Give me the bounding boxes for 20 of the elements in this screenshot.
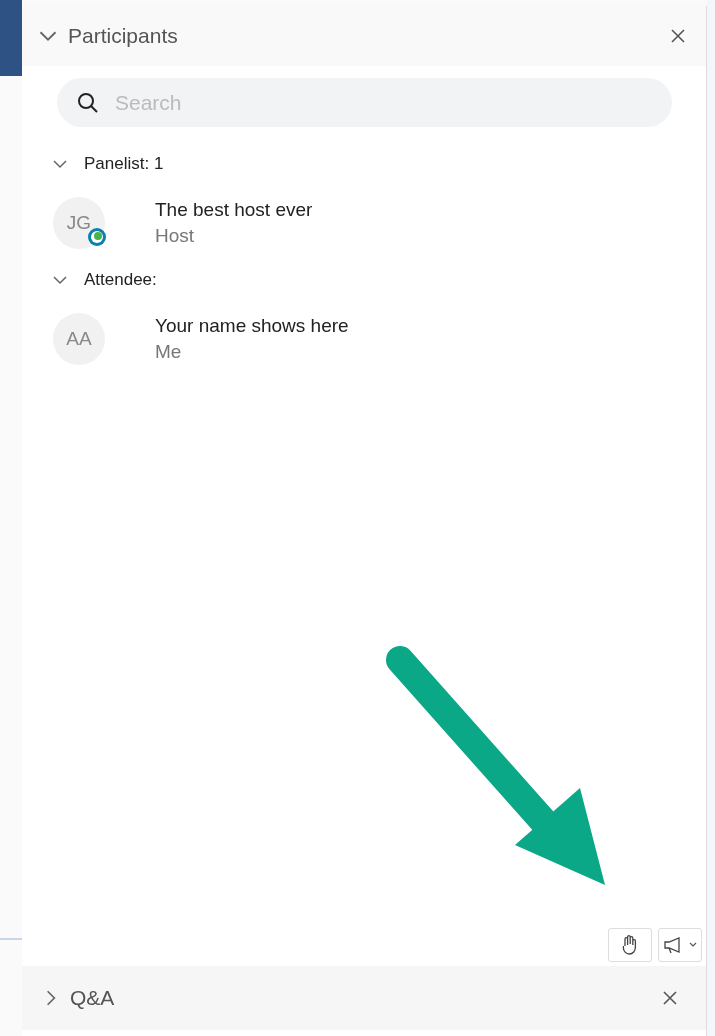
raise-hand-button[interactable] (608, 928, 652, 962)
participant-role: Me (155, 341, 183, 363)
caret-icon (689, 942, 697, 948)
search-input[interactable]: Search (113, 89, 652, 116)
participant-row[interactable]: AA Your name shows here Me (22, 305, 706, 373)
close-button[interactable] (662, 990, 678, 1006)
close-button[interactable] (670, 28, 686, 44)
avatar: JG (53, 197, 105, 249)
search-field[interactable]: Search (57, 78, 672, 127)
panel-title: Participants (68, 24, 179, 48)
participant-role: Host (155, 225, 196, 247)
group-label: Attendee: (84, 270, 157, 290)
avatar: AA (53, 313, 105, 365)
participant-name: The best host ever (155, 199, 313, 221)
participant-row[interactable]: JG The best host ever Host (22, 189, 706, 257)
participant-name: Your name shows here (155, 315, 349, 337)
group-label: Panelist: 1 (84, 154, 164, 174)
panel-title: Q&A (70, 986, 116, 1010)
search-icon (77, 91, 99, 114)
megaphone-menu-button[interactable] (658, 928, 702, 962)
